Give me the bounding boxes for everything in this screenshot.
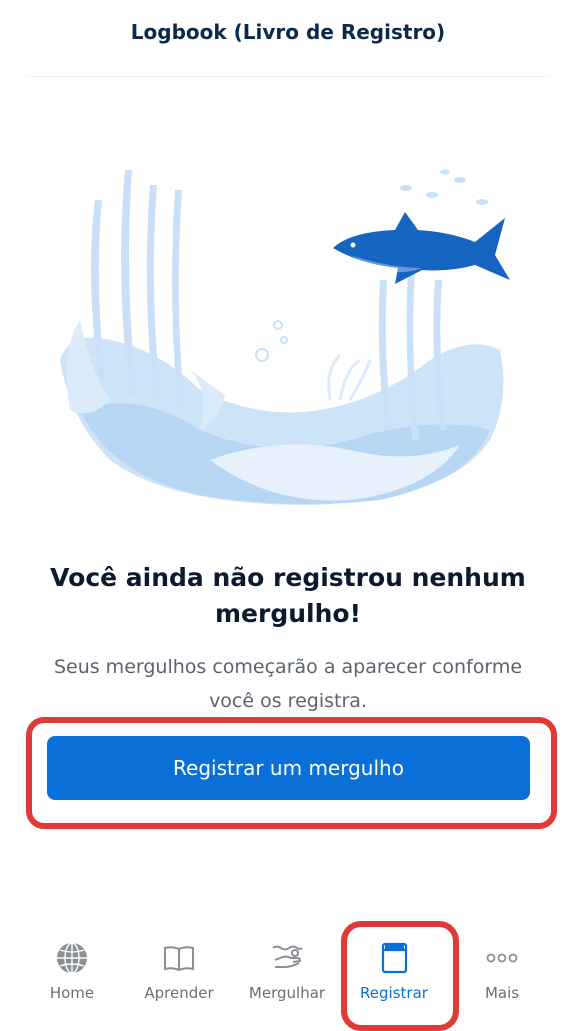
book-icon (164, 946, 194, 972)
empty-state-subtitle: Seus mergulhos começarão a aparecer conf… (53, 656, 523, 712)
header-divider (26, 76, 550, 77)
app-header: Logbook (Livro de Registro) (0, 0, 576, 77)
tab-dive-label: Mergulhar (248, 984, 326, 1002)
tab-highlight-annotation (341, 921, 459, 1031)
page-title: Logbook (Livro de Registro) (130, 20, 446, 44)
tab-home[interactable]: Home (22, 934, 122, 1020)
empty-state-title: Você ainda não registrou nenhum mergulho… (50, 563, 526, 628)
underwater-illustration (60, 169, 510, 505)
diver-hand-icon (272, 945, 303, 968)
bubbles (255, 320, 288, 362)
small-fish (400, 169, 488, 205)
tab-more-label: Mais (484, 984, 520, 1002)
tab-learn[interactable]: Aprender (129, 934, 229, 1020)
shark-icon (333, 212, 510, 284)
more-icon (486, 953, 518, 963)
tab-learn-label: Aprender (144, 984, 214, 1002)
tab-home-label: Home (49, 984, 95, 1002)
globe-icon (57, 942, 87, 974)
bottom-tab-bar: Home Aprender Mergulhar Registrar Mais (0, 924, 576, 1024)
register-dive-button[interactable]: Registrar um mergulho (47, 736, 530, 800)
tab-more[interactable]: Mais (452, 934, 552, 1020)
tab-dive[interactable]: Mergulhar (237, 934, 337, 1020)
